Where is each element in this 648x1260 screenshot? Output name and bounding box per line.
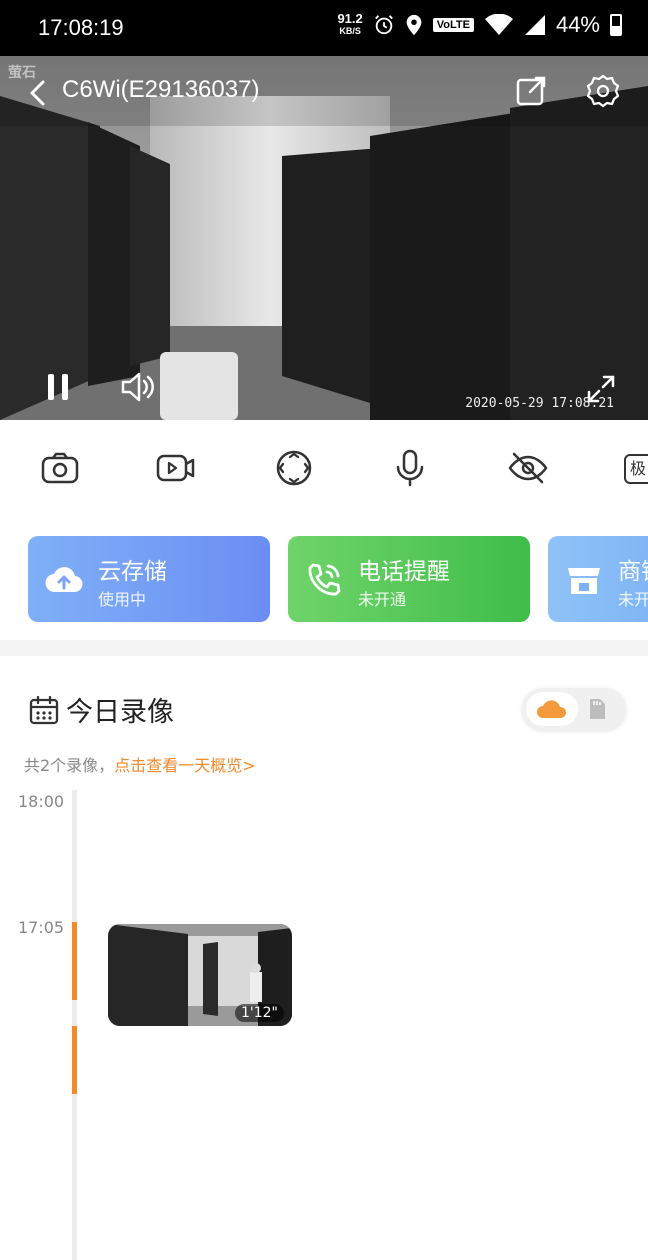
recordings-header: 今日录像 (0, 678, 648, 738)
service-cards: 云存储 使用中 电话提醒 未开通 商铺 未开 (0, 534, 648, 624)
card-subtitle: 未开通 (358, 590, 407, 609)
recording-timeline[interactable]: 18:00 17:05 1'12" (0, 790, 648, 1260)
net-speed-value: 91.2 (337, 11, 363, 26)
shop-icon (568, 568, 600, 594)
card-title: 云存储 (98, 559, 167, 585)
cloud-source-option[interactable] (526, 692, 578, 726)
section-divider (0, 640, 648, 656)
microphone-icon[interactable] (390, 448, 430, 488)
video-timestamp: 2020-05-29 17:08:21 (465, 396, 614, 411)
timeline-track (72, 790, 77, 1260)
cloud-storage-card[interactable]: 云存储 使用中 (28, 536, 270, 622)
location-icon (406, 14, 422, 36)
quality-icon[interactable]: 极 (624, 454, 648, 484)
storage-source-toggle[interactable] (522, 688, 626, 730)
card-title: 商铺 (618, 559, 648, 585)
recording-summary: 共2个录像，点击查看一天概览> (24, 752, 256, 776)
phone-call-icon (308, 563, 341, 596)
phone-alert-card[interactable]: 电话提醒 未开通 (288, 536, 530, 622)
back-icon[interactable] (24, 78, 54, 108)
gear-icon[interactable] (586, 74, 620, 108)
day-overview-link[interactable]: 点击查看一天概览> (114, 756, 255, 775)
recording-segment[interactable] (72, 922, 77, 1000)
battery-percent: 44% (555, 12, 600, 37)
section-title: 今日录像 (66, 697, 174, 728)
wifi-icon (484, 14, 513, 35)
control-toolbar: 极 (0, 420, 648, 520)
recording-thumbnail[interactable]: 1'12" (108, 924, 292, 1026)
ptz-icon[interactable] (274, 448, 314, 488)
privacy-icon[interactable] (508, 448, 548, 488)
signal-icon (524, 15, 545, 35)
status-time: 17:08:19 (38, 15, 124, 40)
volte-badge: VoLTE (432, 18, 474, 32)
calendar-icon (29, 695, 59, 725)
net-speed-unit: KB/S (339, 26, 361, 36)
share-icon[interactable] (514, 74, 548, 108)
shop-card[interactable]: 商铺 未开 (548, 536, 648, 622)
video-frame (0, 56, 648, 420)
live-video-player[interactable]: 萤石 C6Wi(E29136037) 2020-05-29 17:08:21 (0, 56, 648, 420)
card-subtitle: 使用中 (98, 590, 147, 609)
timeline-label: 18:00 (18, 792, 65, 811)
volume-icon[interactable] (120, 370, 156, 404)
record-icon[interactable] (156, 448, 196, 488)
alarm-icon (374, 15, 393, 35)
card-title: 电话提醒 (358, 559, 450, 585)
timeline-label: 17:05 (18, 918, 65, 937)
cloud-upload-icon (45, 567, 83, 593)
card-subtitle: 未开 (618, 590, 648, 609)
net-speed: 91.2 KB/S (337, 11, 363, 37)
pause-icon[interactable] (44, 370, 74, 404)
status-bar: 17:08:19 91.2 KB/S VoLTE 44% (0, 0, 648, 56)
sd-card-icon[interactable] (584, 697, 608, 721)
battery-icon (610, 14, 622, 36)
cloud-icon (537, 700, 567, 718)
summary-count: 共2个录像， (24, 756, 115, 775)
camera-icon[interactable] (40, 448, 80, 488)
clip-duration: 1'12" (234, 1004, 284, 1022)
status-icons: 91.2 KB/S VoLTE 44% (337, 12, 622, 38)
camera-title: C6Wi(E29136037) (62, 76, 260, 103)
recording-segment[interactable] (72, 1026, 77, 1094)
